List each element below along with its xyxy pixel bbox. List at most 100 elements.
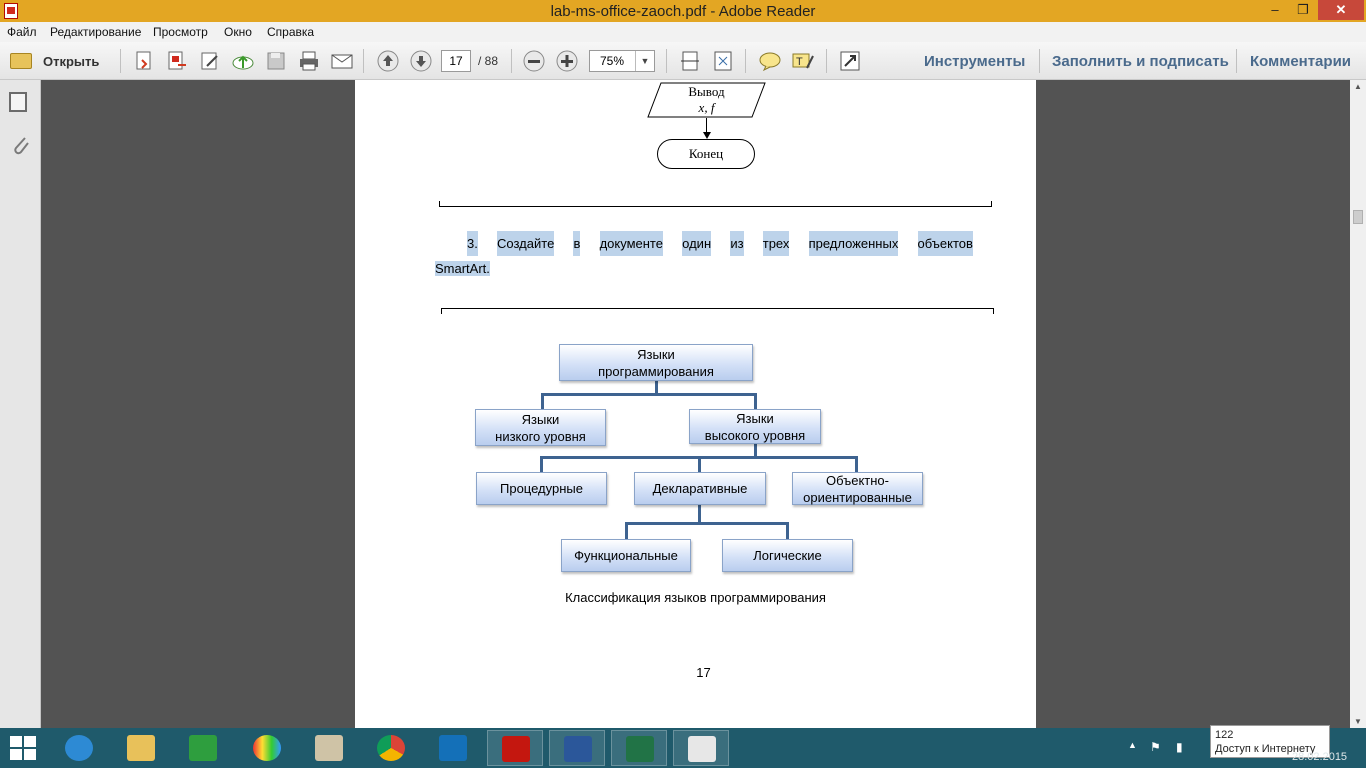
- chrome-icon[interactable]: [363, 730, 419, 766]
- connector: [855, 456, 858, 472]
- section-bracket-top: [441, 308, 994, 314]
- smartart-node-low-level: Языки низкого уровня: [475, 409, 606, 446]
- menu-file[interactable]: Файл: [7, 25, 37, 39]
- vertical-scrollbar[interactable]: ▲ ▼: [1350, 80, 1366, 728]
- smartart-node-declarative: Декларативные: [634, 472, 766, 505]
- connector: [786, 522, 789, 539]
- flowchart-io-text: Вывод x, f: [647, 84, 766, 116]
- comment-icon[interactable]: [758, 50, 781, 72]
- create-pdf-icon[interactable]: [133, 50, 155, 72]
- flag-icon[interactable]: ⚑: [1150, 740, 1161, 754]
- smartart-node-object-oriented: Объектно- ориентированные: [792, 472, 923, 505]
- menu-window[interactable]: Окно: [224, 25, 252, 39]
- title-bar: lab-ms-office-zaoch.pdf - Adobe Reader ‒…: [0, 0, 1366, 22]
- comments-panel-link[interactable]: Комментарии: [1250, 53, 1351, 70]
- task-line-1: 3. Создайте в документе один из трех пре…: [435, 231, 973, 256]
- flowchart-io-vars: x, f: [698, 100, 715, 115]
- pdf-page: Вывод x, f Конец 3. Создайте в документе…: [355, 80, 1036, 728]
- flowchart-arrowhead: [703, 132, 711, 139]
- menu-view[interactable]: Просмотр: [153, 25, 208, 39]
- edit-pdf-icon[interactable]: [199, 50, 221, 72]
- connector: [698, 505, 701, 523]
- fill-sign-panel-link[interactable]: Заполнить и подписать: [1052, 53, 1229, 70]
- previous-page-icon[interactable]: [377, 50, 399, 72]
- fit-page-icon[interactable]: [712, 50, 734, 72]
- task-word: из: [730, 231, 744, 256]
- open-label: Открыть: [43, 54, 100, 69]
- email-icon[interactable]: [330, 50, 353, 72]
- full-screen-icon[interactable]: [839, 50, 861, 72]
- highlight-text-icon[interactable]: T: [791, 50, 814, 72]
- toolbar-separator: [120, 49, 121, 73]
- task-word: 3.: [467, 231, 478, 256]
- outlook-icon[interactable]: [425, 730, 481, 766]
- scroll-down-icon[interactable]: ▼: [1354, 717, 1362, 726]
- document-viewport[interactable]: Вывод x, f Конец 3. Создайте в документе…: [41, 80, 1350, 728]
- toolbar-separator: [1039, 49, 1040, 73]
- adobe-reader-taskbar-icon[interactable]: [487, 730, 543, 766]
- windows-store-icon[interactable]: [175, 730, 231, 766]
- cloud-upload-icon[interactable]: [231, 50, 254, 72]
- connector: [698, 456, 701, 472]
- internet-explorer-icon[interactable]: [51, 730, 107, 766]
- attachments-icon[interactable]: [11, 134, 31, 164]
- tooltip-line-1: 122: [1215, 729, 1234, 741]
- zoom-select[interactable]: 75% ▼: [589, 50, 655, 72]
- close-button[interactable]: ✕: [1318, 0, 1364, 20]
- windows-start-icon[interactable]: [10, 736, 36, 760]
- page-number-input[interactable]: 17: [441, 50, 471, 72]
- menu-edit[interactable]: Редактирование: [50, 25, 141, 39]
- task-word: предложенных: [808, 231, 899, 256]
- toolbar-separator: [666, 49, 667, 73]
- minimize-button[interactable]: ‒: [1262, 0, 1288, 20]
- connector: [625, 522, 789, 525]
- save-icon[interactable]: [265, 50, 287, 72]
- flowchart-end-shape: Конец: [657, 139, 755, 169]
- folder-icon: [10, 53, 32, 69]
- scroll-up-icon[interactable]: ▲: [1354, 82, 1362, 91]
- toolbar-separator: [1236, 49, 1237, 73]
- toolbar: Открыть 17 / 88 75% ▼ T Инструменты Запо…: [0, 42, 1366, 80]
- section-bracket-bottom: [439, 201, 992, 207]
- media-app-icon[interactable]: [239, 730, 295, 766]
- figure-caption: Классификация языков программирования: [565, 590, 826, 605]
- smartart-node-functional: Функциональные: [561, 539, 691, 572]
- menu-bar: Файл Редактирование Просмотр Окно Справк…: [0, 22, 1366, 42]
- task-word: объектов: [917, 231, 973, 256]
- file-explorer-icon[interactable]: [113, 730, 169, 766]
- fit-width-icon[interactable]: [679, 50, 701, 72]
- taskbar-clock[interactable]: 28.02.2015: [1292, 751, 1347, 763]
- task-word: в: [573, 231, 581, 256]
- task-word: SmartArt.: [435, 261, 490, 276]
- navigation-pane: [0, 80, 41, 728]
- checklist-app-icon[interactable]: [673, 730, 729, 766]
- next-page-icon[interactable]: [410, 50, 432, 72]
- print-icon[interactable]: [298, 50, 320, 72]
- node-text: программирования: [598, 363, 714, 379]
- zoom-out-icon[interactable]: [523, 50, 545, 72]
- connector: [541, 393, 757, 396]
- maps-app-icon[interactable]: [301, 730, 357, 766]
- smartart-node-high-level: Языки высокого уровня: [689, 409, 821, 444]
- excel-icon[interactable]: [611, 730, 667, 766]
- show-hidden-icons-icon[interactable]: ▲: [1128, 740, 1137, 750]
- toolbar-separator: [826, 49, 827, 73]
- menu-help[interactable]: Справка: [267, 25, 314, 39]
- export-pdf-icon[interactable]: [166, 50, 188, 72]
- zoom-in-icon[interactable]: [556, 50, 578, 72]
- chevron-down-icon[interactable]: ▼: [635, 51, 654, 71]
- node-text: Декларативные: [652, 481, 748, 496]
- connector: [540, 456, 543, 472]
- tools-panel-link[interactable]: Инструменты: [924, 53, 1025, 70]
- node-text: Процедурные: [500, 481, 583, 496]
- node-text: Языки: [637, 346, 675, 362]
- node-text: высокого уровня: [704, 427, 806, 443]
- power-icon[interactable]: ▮: [1176, 740, 1183, 754]
- node-text: Языки: [736, 410, 774, 426]
- task-word: трех: [762, 231, 790, 256]
- word-icon[interactable]: [549, 730, 605, 766]
- toolbar-separator: [745, 49, 746, 73]
- scrollbar-thumb[interactable]: [1353, 210, 1363, 224]
- page-thumbnails-icon[interactable]: [9, 92, 27, 112]
- restore-button[interactable]: ❐: [1290, 0, 1316, 20]
